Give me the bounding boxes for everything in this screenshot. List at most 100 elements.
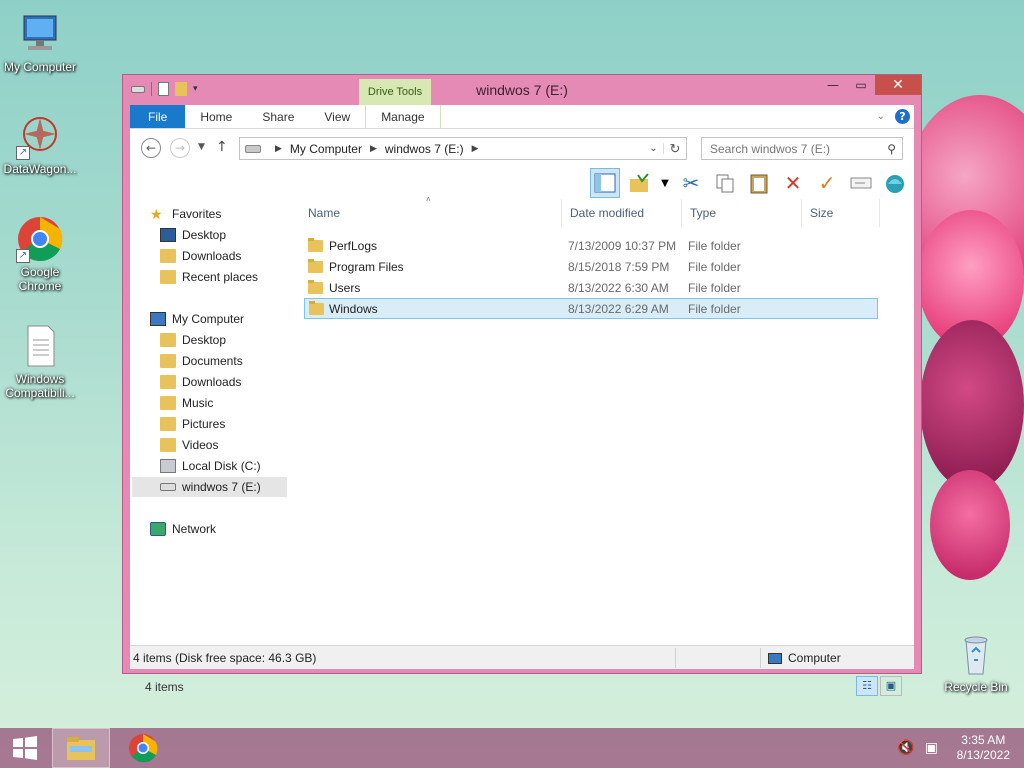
desktop-icon-label: DataWagon... [3,162,77,176]
dropdown-icon[interactable]: ▼ [658,168,672,198]
large-icons-view-icon[interactable]: ▣ [880,676,902,696]
nav-drive-e[interactable]: windwos 7 (E:) [132,477,287,497]
ribbon-right-controls: ⌄ ? [877,105,914,128]
help-icon[interactable]: ? [895,109,910,124]
divider [760,648,761,668]
start-button[interactable] [0,728,50,768]
column-header-size[interactable]: Size [802,199,880,227]
nav-pictures[interactable]: Pictures [160,414,225,434]
column-header-type[interactable]: Type [682,199,802,227]
preview-pane-icon[interactable] [590,168,620,198]
forward-button[interactable]: → [170,138,190,158]
view-switcher: ☷ ▣ [856,676,902,696]
file-row-program-files[interactable]: Program Files 8/15/2018 7:59 PM File fol… [304,257,878,278]
title-bar[interactable]: ▾ Drive Tools windwos 7 (E:) — ▭ ✕ [123,75,921,105]
text-document-icon [16,322,64,370]
search-placeholder: Search windwos 7 (E:) [710,141,831,156]
properties-check-icon[interactable]: ✓ [812,168,842,198]
file-name: Users [329,281,361,295]
drive-icon [160,483,176,491]
chevron-right-icon[interactable]: ▶ [370,143,377,154]
desktop-icon-windows-compat[interactable]: Windows Compatibili... [0,322,80,400]
nav-my-computer[interactable]: My Computer [150,309,244,329]
breadcrumb-drive[interactable]: windwos 7 (E:) [385,142,464,156]
paste-icon[interactable] [744,168,774,198]
taskbar-chrome[interactable] [114,728,172,768]
window-title: windwos 7 (E:) [476,82,568,98]
nav-videos[interactable]: Videos [160,435,218,455]
copy-icon[interactable] [710,168,740,198]
pictures-folder-icon [160,417,176,431]
desktop-icon-label: Windows Compatibili... [5,372,75,400]
breadcrumb-my-computer[interactable]: My Computer [290,142,362,156]
file-row-perflogs[interactable]: PerfLogs 7/13/2009 10:37 PM File folder [304,236,878,257]
address-bar[interactable]: ▶ My Computer ▶ windwos 7 (E:) ▶ ⌄ ↻ [239,137,687,160]
folder-options-icon[interactable] [624,168,654,198]
nav-label: Documents [182,354,243,368]
network-icon[interactable]: ▣ [925,740,938,756]
search-icon[interactable]: ⚲ [887,142,896,156]
windows-logo-icon [13,736,37,760]
up-button[interactable]: ↑ [216,139,228,155]
delete-icon[interactable]: ✕ [778,168,808,198]
close-button[interactable]: ✕ [875,75,921,95]
nav-downloads[interactable]: Downloads [160,372,241,392]
chevron-right-icon[interactable]: ▶ [472,143,479,154]
downloads-icon [160,249,176,263]
tab-file[interactable]: File [130,105,186,128]
file-date: 8/13/2022 6:29 AM [568,302,669,316]
tab-manage[interactable]: Manage [365,105,441,128]
nav-label: Downloads [182,249,242,263]
back-button[interactable]: ← [141,138,161,158]
window-controls: — ▭ ✕ [819,75,921,95]
clock[interactable]: 3:35 AM 8/13/2022 [957,733,1010,763]
nav-label: Desktop [182,333,227,347]
column-header-date-modified[interactable]: Date modified [562,199,682,227]
nav-favorites-desktop[interactable]: Desktop [160,225,226,245]
file-type: File folder [688,239,741,253]
minimize-button[interactable]: — [819,75,847,95]
file-row-windows[interactable]: Windows 8/13/2022 6:29 AM File folder [304,298,878,319]
maximize-button[interactable]: ▭ [847,75,875,95]
status-bar: 4 items (Disk free space: 46.3 GB) Compu… [130,645,914,669]
file-type: File folder [688,281,741,295]
nav-desktop[interactable]: Desktop [160,330,226,350]
desktop-icon-my-computer[interactable]: My Computer [0,10,80,74]
search-input[interactable]: Search windwos 7 (E:) ⚲ [701,137,903,160]
expand-ribbon-icon[interactable]: ⌄ [877,111,885,122]
nav-favorites-downloads[interactable]: Downloads [160,246,241,266]
music-folder-icon [160,396,176,410]
desktop-icon-label: Recycle Bin [944,680,1008,694]
rename-icon[interactable] [846,168,876,198]
file-type: File folder [688,260,741,274]
desktop-icon-recycle-bin[interactable]: Recycle Bin [936,630,1016,694]
network-shell-icon[interactable] [880,168,910,198]
nav-label: My Computer [172,312,245,326]
recent-locations-icon[interactable]: ▼ [198,142,205,152]
desktop-icon-label: My Computer [3,60,77,74]
volume-muted-icon[interactable]: 🔇 [897,740,914,756]
column-header-name[interactable]: Name [300,199,562,227]
desktop-icon-datawagon[interactable]: ↗ DataWagon... [0,112,80,176]
nav-favorites[interactable]: ★ Favorites [150,204,221,224]
file-row-users[interactable]: Users 8/13/2022 6:30 AM File folder [304,278,878,299]
desktop-icon-chrome[interactable]: ↗ Google Chrome [0,215,80,293]
details-view-icon[interactable]: ☷ [856,676,878,696]
file-explorer-icon [67,737,95,760]
refresh-icon[interactable]: ↻ [664,141,686,157]
chevron-right-icon: ▶ [275,143,282,153]
nav-network[interactable]: Network [150,519,216,539]
taskbar-file-explorer[interactable] [52,728,110,768]
nav-documents[interactable]: Documents [160,351,243,371]
tab-home[interactable]: Home [185,105,247,128]
nav-label: Pictures [182,417,226,431]
nav-music[interactable]: Music [160,393,213,413]
tab-share[interactable]: Share [247,105,309,128]
address-dropdown-icon[interactable]: ⌄ [644,143,664,154]
nav-local-disk-c[interactable]: Local Disk (C:) [160,456,261,476]
tab-view[interactable]: View [309,105,365,128]
nav-label: Desktop [182,228,227,242]
nav-favorites-recent-places[interactable]: Recent places [160,267,258,287]
cut-icon[interactable]: ✂ [676,168,706,198]
computer-icon [768,652,782,664]
